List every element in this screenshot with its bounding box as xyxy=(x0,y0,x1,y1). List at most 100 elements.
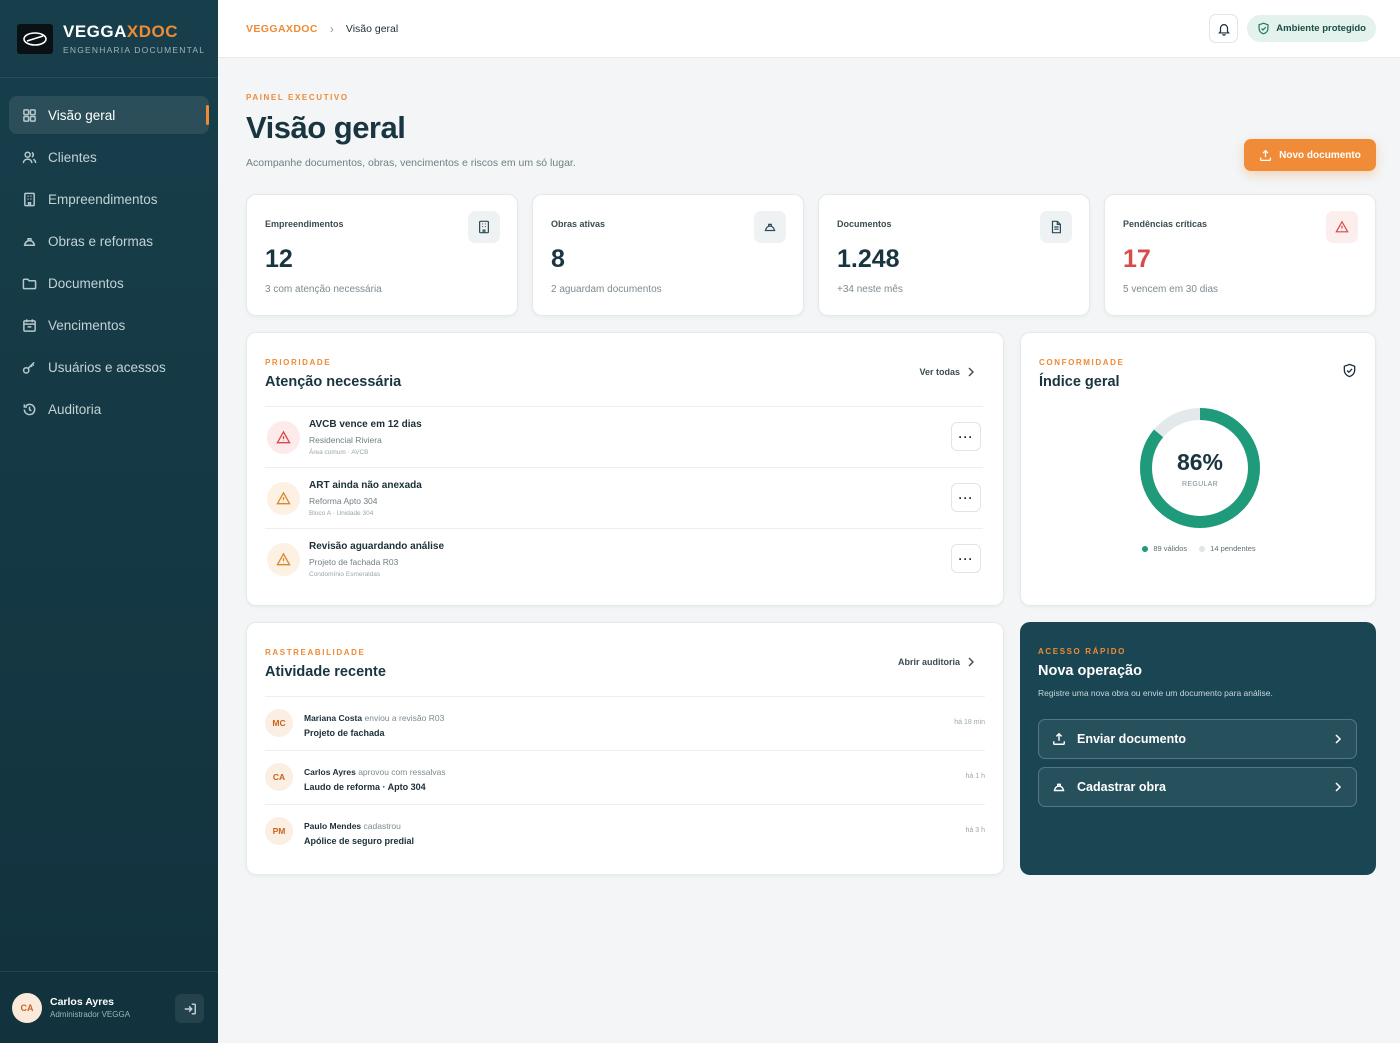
key-icon xyxy=(22,361,35,374)
avatar: CA xyxy=(265,763,293,791)
register-work-label: Cadastrar obra xyxy=(1077,780,1166,794)
sidebar-item-vencimentos[interactable]: Vencimentos xyxy=(9,306,209,344)
sidebar: VEGGAXDOC ENGENHARIA DOCUMENTAL Visão ge… xyxy=(0,0,218,1043)
avatar: PM xyxy=(265,817,293,845)
send-document-button[interactable]: Enviar documento xyxy=(1038,719,1357,759)
chevron-right-icon xyxy=(1335,782,1342,792)
see-all-link[interactable]: Ver todas xyxy=(919,367,975,377)
more-icon: ··· xyxy=(958,551,974,566)
brand: VEGGAXDOC ENGENHARIA DOCUMENTAL xyxy=(0,0,218,78)
sidebar-item-empreendimentos[interactable]: Empreendimentos xyxy=(9,180,209,218)
priority-item-meta: Área comum · AVCB xyxy=(309,449,369,456)
upload-icon xyxy=(1053,732,1065,745)
sidebar-item-clientes[interactable]: Clientes xyxy=(9,138,209,176)
sidebar-item-label: Empreendimentos xyxy=(48,191,158,207)
priority-item-title: ART ainda não anexada xyxy=(309,480,422,491)
section-eyebrow: CONFORMIDADE xyxy=(1039,358,1125,367)
avatar: CA xyxy=(12,992,42,1023)
stat-note: +34 neste mês xyxy=(837,284,903,295)
activity-item[interactable]: PM Paulo Mendes cadastrou Apólice de seg… xyxy=(265,804,985,858)
activity-description: Mariana Costa enviou a revisão R03 xyxy=(304,713,444,723)
sidebar-item-obras[interactable]: Obras e reformas xyxy=(9,222,209,260)
priority-item[interactable]: Revisão aguardando análise Projeto de fa… xyxy=(265,528,983,589)
folder-icon xyxy=(22,278,37,289)
users-icon xyxy=(22,151,37,163)
priority-item[interactable]: ART ainda não anexada Reforma Apto 304 B… xyxy=(265,467,983,528)
section-eyebrow: PRIORIDADE xyxy=(265,358,332,367)
chevron-right-icon xyxy=(968,657,974,667)
priority-item[interactable]: AVCB vence em 12 dias Residencial Rivier… xyxy=(265,406,983,467)
activity-target: Projeto de fachada xyxy=(304,728,385,738)
activity-user: Mariana Costa xyxy=(304,713,363,723)
activity-action: enviou a revisão R03 xyxy=(364,713,445,723)
compliance-value: 86% xyxy=(1176,448,1224,475)
legend-label: 14 pendentes xyxy=(1210,544,1256,553)
chevron-right-icon xyxy=(1335,734,1342,744)
stat-card-empreendimentos[interactable]: Empreendimentos 12 3 com atenção necessá… xyxy=(246,194,518,316)
activity-action: aprovou com ressalvas xyxy=(358,767,446,777)
sidebar-item-label: Usuários e acessos xyxy=(48,359,166,375)
more-options-button[interactable]: ··· xyxy=(951,483,981,512)
legend-dot xyxy=(1142,545,1149,552)
activity-description: Paulo Mendes cadastrou xyxy=(304,821,401,831)
user-profile: CA Carlos Ayres Administrador VEGGA xyxy=(0,971,218,1043)
sidebar-item-usuarios[interactable]: Usuários e acessos xyxy=(9,348,209,386)
priority-card: PRIORIDADE Atenção necessária Ver todas … xyxy=(246,332,1004,606)
warning-icon xyxy=(267,482,300,515)
breadcrumb-root[interactable]: VEGGAXDOC xyxy=(246,23,318,35)
stat-card-documentos[interactable]: Documentos 1.248 +34 neste mês xyxy=(818,194,1090,316)
sidebar-item-label: Auditoria xyxy=(48,401,102,417)
building-icon xyxy=(24,192,35,206)
sidebar-item-label: Documentos xyxy=(48,275,124,291)
activity-item[interactable]: MC Mariana Costa enviou a revisão R03 Pr… xyxy=(265,696,985,750)
legend-label: 89 válidos xyxy=(1153,544,1188,553)
sidebar-item-visao-geral[interactable]: Visão geral xyxy=(9,96,209,134)
notifications-button[interactable] xyxy=(1209,14,1238,43)
stat-label: Empreendimentos xyxy=(265,219,344,229)
brand-name: VEGGAXDOC xyxy=(63,22,179,41)
donut-center: 86% REGULAR xyxy=(1135,403,1265,533)
hardhat-icon xyxy=(1053,783,1065,792)
logout-button[interactable] xyxy=(175,994,204,1023)
quick-access-card: ACESSO RÁPIDO Nova operação Registre uma… xyxy=(1020,622,1376,875)
stat-value: 1.248 xyxy=(837,245,900,273)
activity-target: Apólice de seguro predial xyxy=(304,836,415,846)
more-options-button[interactable]: ··· xyxy=(951,422,981,451)
stat-note: 3 com atenção necessária xyxy=(265,284,382,295)
page-subtitle: Acompanhe documentos, obras, vencimentos… xyxy=(246,157,576,169)
warning-icon xyxy=(1326,211,1358,243)
section-eyebrow: ACESSO RÁPIDO xyxy=(1038,647,1126,656)
register-work-button[interactable]: Cadastrar obra xyxy=(1038,767,1357,807)
topbar: VEGGAXDOC › Visão geral Ambiente protegi… xyxy=(218,0,1400,58)
legend-item-valid: 89 válidos xyxy=(1142,544,1187,553)
activity-time: há 18 min xyxy=(954,719,985,726)
hardhat-icon xyxy=(23,237,36,246)
sidebar-item-documentos[interactable]: Documentos xyxy=(9,264,209,302)
activity-action: cadastrou xyxy=(363,821,401,831)
compliance-legend: 89 válidos 14 pendentes xyxy=(1021,544,1377,553)
chevron-right-icon xyxy=(968,367,974,377)
section-title: Nova operação xyxy=(1038,663,1142,679)
activity-time: há 1 h xyxy=(965,773,985,780)
priority-item-meta: Bloco A · Unidade 304 xyxy=(309,510,374,517)
activity-time: há 3 h xyxy=(965,827,985,834)
open-audit-link[interactable]: Abrir auditoria xyxy=(898,657,975,667)
logout-icon xyxy=(184,1002,196,1015)
priority-item-subtitle: Projeto de fachada R03 xyxy=(309,557,399,567)
sidebar-item-label: Vencimentos xyxy=(48,317,126,333)
stat-card-pendencias[interactable]: Pendências críticas 17 5 vencem em 30 di… xyxy=(1104,194,1376,316)
compliance-donut: 86% REGULAR xyxy=(1135,403,1265,533)
sidebar-item-label: Visão geral xyxy=(48,107,116,123)
new-document-button[interactable]: Novo documento xyxy=(1244,139,1376,171)
more-icon: ··· xyxy=(958,429,974,444)
shield-check-icon xyxy=(1343,363,1356,378)
activity-item[interactable]: CA Carlos Ayres aprovou com ressalvas La… xyxy=(265,750,985,804)
more-options-button[interactable]: ··· xyxy=(951,544,981,573)
activity-user: Carlos Ayres xyxy=(304,767,356,777)
stat-value: 12 xyxy=(265,245,293,273)
sidebar-item-auditoria[interactable]: Auditoria xyxy=(9,390,209,428)
stat-card-obras[interactable]: Obras ativas 8 2 aguardam documentos xyxy=(532,194,804,316)
priority-item-subtitle: Reforma Apto 304 xyxy=(309,496,378,506)
page-title: Visão geral xyxy=(246,110,406,145)
bell-icon xyxy=(1217,23,1230,36)
